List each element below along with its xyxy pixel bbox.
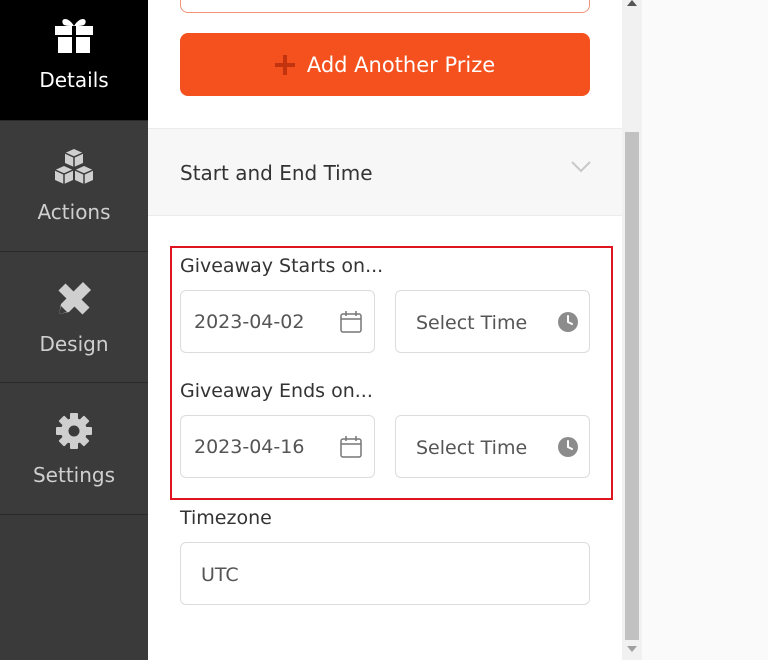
- timezone-input[interactable]: UTC: [180, 542, 590, 605]
- sidebar-item-details[interactable]: Details: [0, 0, 148, 121]
- gift-icon: [53, 13, 95, 55]
- scrollbar[interactable]: [622, 0, 642, 660]
- calendar-icon[interactable]: [339, 435, 363, 459]
- scroll-thumb[interactable]: [625, 132, 639, 640]
- start-date-input[interactable]: 2023-04-02: [180, 290, 375, 353]
- end-date-value: 2023-04-16: [194, 436, 305, 458]
- end-label: Giveaway Ends on...: [180, 380, 373, 402]
- start-time-input[interactable]: Select Time: [395, 290, 590, 353]
- sidebar-item-actions[interactable]: Actions: [0, 121, 148, 252]
- timezone-label: Timezone: [180, 507, 272, 529]
- page-background: [642, 0, 768, 660]
- end-date-input[interactable]: 2023-04-16: [180, 415, 375, 478]
- scroll-down-arrow-icon[interactable]: [627, 646, 637, 652]
- calendar-icon[interactable]: [339, 310, 363, 334]
- add-prize-button[interactable]: Add Another Prize: [180, 33, 590, 96]
- scroll-up-arrow-icon[interactable]: [627, 0, 637, 6]
- sidebar-item-design[interactable]: Design: [0, 252, 148, 383]
- add-prize-label: Add Another Prize: [306, 52, 496, 77]
- pencil-ruler-icon: [53, 278, 95, 320]
- chevron-down-icon: [570, 159, 592, 175]
- end-time-input[interactable]: Select Time: [395, 415, 590, 478]
- sidebar-item-label: Settings: [32, 463, 116, 487]
- clock-icon[interactable]: [557, 311, 579, 333]
- gear-icon: [53, 410, 95, 452]
- prize-field[interactable]: [180, 0, 590, 13]
- end-time-placeholder: Select Time: [416, 437, 528, 459]
- sidebar-item-label: Details: [39, 68, 109, 92]
- section-title: Start and End Time: [180, 161, 373, 185]
- start-label: Giveaway Starts on...: [180, 255, 384, 277]
- timezone-value: UTC: [201, 564, 239, 586]
- cubes-icon: [53, 146, 95, 188]
- plus-icon: [274, 54, 295, 75]
- sidebar: Details Actions Design Settings: [0, 0, 148, 660]
- start-time-placeholder: Select Time: [416, 312, 528, 334]
- sidebar-item-label: Actions: [37, 200, 111, 224]
- sidebar-item-settings[interactable]: Settings: [0, 384, 148, 515]
- start-date-value: 2023-04-02: [194, 311, 305, 333]
- clock-icon[interactable]: [557, 436, 579, 458]
- details-panel: Add Another Prize Start and End Time Giv…: [148, 0, 622, 660]
- sidebar-item-label: Design: [39, 332, 109, 356]
- start-end-time-section-header[interactable]: Start and End Time: [148, 128, 622, 216]
